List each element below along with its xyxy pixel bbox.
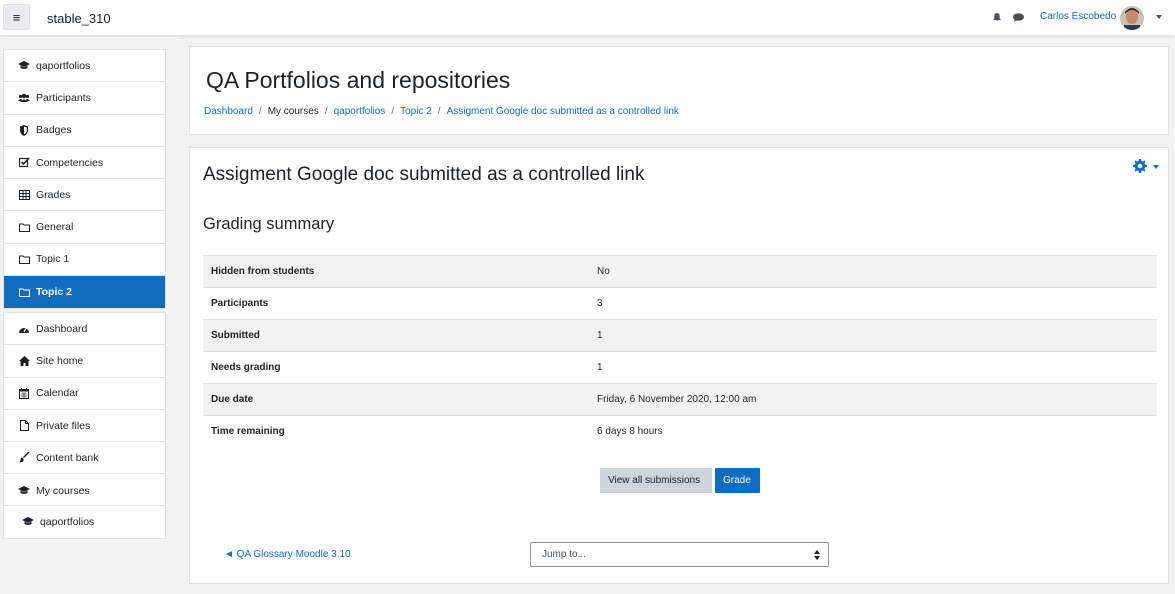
row-value: No [597,266,610,277]
graduation-cap-icon [22,516,34,528]
file-icon [18,420,30,432]
row-value: 1 [597,362,603,373]
calendar-icon [18,387,30,399]
sidebar-item-content-bank[interactable]: Content bank [4,442,165,475]
sidebar-item-label: Badges [36,124,72,137]
sidebar-item-general[interactable]: General [4,211,165,244]
sidebar-item-label: Site home [36,354,84,367]
select-arrows-icon [814,550,820,560]
table-row: Participants 3 [203,287,1157,320]
site-name[interactable]: stable_310 [47,11,111,26]
table-icon [18,189,30,201]
breadcrumb-qaportfolios[interactable]: qaportfolios [334,106,386,117]
sidebar-item-label: General [36,221,74,234]
sidebar-item-label: Grades [36,188,71,201]
grading-summary-table: Hidden from students No Participants 3 S… [203,255,1157,448]
check-square-icon [18,157,30,169]
jump-to-select[interactable]: Jump to... [530,542,829,567]
sidebar-item-topic-2[interactable]: Topic 2 [4,276,165,309]
sidebar-item-label: qaportfolios [40,516,95,529]
sidebar-item-badges[interactable]: Badges [4,115,165,147]
breadcrumb-assignment[interactable]: Assigment Google doc submitted as a cont… [447,106,679,117]
sidebar-item-topic-1[interactable]: Topic 1 [4,244,165,277]
courses-nav-group: qaportfolios [3,505,166,540]
table-row: Hidden from students No [203,255,1157,288]
course-nav-group: qaportfolios Participants Badges Compete… [3,49,166,310]
hamburger-icon[interactable]: ≡ [3,4,30,30]
folder-icon [18,221,30,233]
sidebar-item-participants[interactable]: Participants [4,82,165,115]
breadcrumb-my-courses: My courses [267,106,319,117]
row-value: 1 [597,330,603,341]
sidebar-item-dashboard[interactable]: Dashboard [4,313,165,346]
sidebar-item-label: Calendar [36,387,79,400]
shield-icon [18,124,30,136]
top-navbar: ≡ stable_310 Carlos Escobedo [0,0,1175,36]
jump-to-value: Jump to... [542,549,586,560]
site-nav-group: Dashboard Site home Calendar Private fil… [3,312,166,508]
row-key: Due date [211,394,254,405]
breadcrumb-separator: / [437,106,441,117]
sidebar-item-label: qaportfolios [36,59,91,72]
sidebar-item-label: Topic 2 [36,286,72,299]
sidebar-item-competencies[interactable]: Competencies [4,147,165,180]
breadcrumb: Dashboard / My courses / qaportfolios / … [204,106,679,117]
chevron-down-icon[interactable] [1153,165,1159,169]
table-row: Submitted 1 [203,319,1157,352]
sidebar-item-my-courses[interactable]: My courses [4,474,165,506]
graduation-cap-icon [18,60,30,72]
previous-activity-link[interactable]: ◄ QA Glossary Moodle 3.10 [224,549,351,560]
breadcrumb-topic-2[interactable]: Topic 2 [400,106,432,117]
folder-icon [18,253,30,265]
row-key: Participants [211,298,269,309]
dashboard-icon [18,323,30,335]
page-title: QA Portfolios and repositories [206,67,511,93]
breadcrumb-separator: / [324,106,328,117]
breadcrumb-dashboard[interactable]: Dashboard [204,106,253,117]
breadcrumb-separator: / [391,106,395,117]
row-key: Hidden from students [211,266,315,277]
home-icon [18,355,30,367]
table-row: Time remaining 6 days 8 hours [203,415,1157,448]
row-value: 3 [597,298,603,309]
sidebar-item-site-home[interactable]: Site home [4,345,165,378]
chevron-down-icon[interactable] [1156,15,1162,19]
brush-icon [18,452,30,464]
breadcrumb-separator: / [258,106,262,117]
sidebar-item-label: Dashboard [36,322,88,335]
sidebar-item-qaportfolios[interactable]: qaportfolios [4,50,165,83]
row-value: 6 days 8 hours [597,426,663,438]
view-all-submissions-button[interactable]: View all submissions [600,468,712,493]
gear-icon[interactable] [1133,159,1147,173]
sidebar-item-course-qaportfolios[interactable]: qaportfolios [4,506,165,538]
users-icon [18,92,30,104]
activity-title: Assigment Google doc submitted as a cont… [203,164,645,185]
avatar[interactable] [1120,6,1144,30]
row-key: Submitted [211,330,260,341]
user-name[interactable]: Carlos Escobedo [1040,11,1116,22]
chat-icon[interactable] [1013,13,1024,22]
grading-summary-heading: Grading summary [203,215,335,233]
table-row: Needs grading 1 [203,351,1157,384]
sidebar-item-grades[interactable]: Grades [4,179,165,212]
row-key: Time remaining [211,426,285,438]
page-header: QA Portfolios and repositories Dashboard… [189,46,1169,135]
sidebar-item-label: Participants [36,91,91,104]
sidebar-item-label: My courses [36,484,90,497]
grade-button[interactable]: Grade [715,468,760,493]
sidebar-item-label: Competencies [36,156,104,169]
sidebar-item-label: Content bank [36,451,99,464]
nav-drawer: qaportfolios Participants Badges Compete… [0,37,180,594]
row-key: Needs grading [211,362,281,373]
row-value: Friday, 6 November 2020, 12:00 am [597,394,757,405]
bell-icon[interactable] [993,13,1001,22]
table-row: Due date Friday, 6 November 2020, 12:00 … [203,383,1157,416]
sidebar-item-label: Private files [36,419,91,432]
graduation-cap-icon [18,485,30,497]
sidebar-item-private-files[interactable]: Private files [4,410,165,443]
activity-card: Assigment Google doc submitted as a cont… [189,147,1169,584]
sidebar-item-label: Topic 1 [36,253,70,266]
sidebar-item-calendar[interactable]: Calendar [4,378,165,410]
folder-icon [18,286,30,298]
